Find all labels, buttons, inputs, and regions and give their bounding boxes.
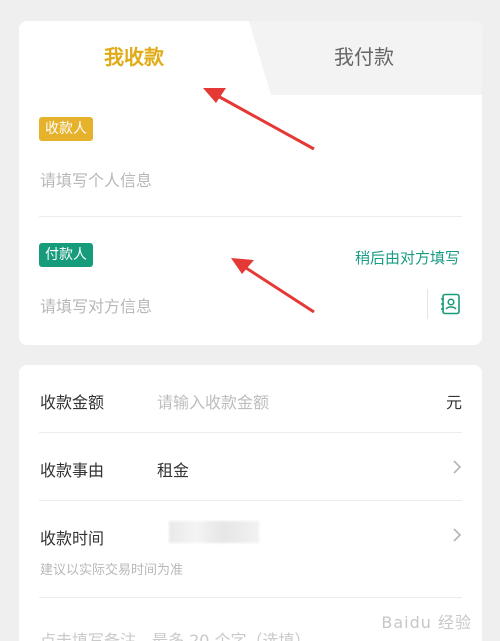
payer-tag: 付款人	[39, 243, 93, 267]
divider	[39, 500, 462, 501]
payment-form-card: 收款金额 请输入收款金额 元 收款事由 租金 收款时间 建议以实际交易时间为准 …	[19, 365, 482, 641]
amount-label: 收款金额	[40, 393, 105, 412]
watermark: Baidu 经验	[381, 613, 472, 632]
payer-info-field[interactable]: 请填写对方信息	[40, 293, 152, 317]
time-hint: 建议以实际交易时间为准	[40, 563, 184, 578]
chevron-right-icon[interactable]	[452, 527, 462, 543]
fill-later-link[interactable]: 稍后由对方填写	[355, 247, 460, 268]
divider	[427, 289, 428, 319]
remark-input[interactable]: 点击填写备注，最多 20 个字（选填）	[40, 627, 311, 641]
chevron-right-icon[interactable]	[452, 459, 462, 475]
amount-input[interactable]: 请输入收款金额	[157, 389, 269, 413]
divider	[39, 432, 462, 433]
contact-book-icon[interactable]	[440, 293, 462, 315]
time-label: 收款时间	[40, 529, 105, 548]
tab-strip: 我收款 我付款	[19, 21, 482, 95]
payee-info-field[interactable]: 请填写个人信息	[40, 167, 152, 191]
time-value-blurred[interactable]	[169, 521, 259, 543]
tab-pay[interactable]: 我付款	[309, 41, 419, 73]
divider	[39, 597, 462, 598]
reason-select[interactable]: 租金	[157, 457, 189, 481]
divider	[39, 216, 462, 217]
currency-unit: 元	[445, 393, 462, 412]
payee-tag: 收款人	[39, 117, 93, 141]
party-card: 我收款 我付款 收款人 请填写个人信息 付款人 稍后由对方填写 请填写对方信息	[19, 21, 482, 345]
tab-receive[interactable]: 我收款	[79, 41, 189, 73]
reason-label: 收款事由	[40, 461, 105, 480]
